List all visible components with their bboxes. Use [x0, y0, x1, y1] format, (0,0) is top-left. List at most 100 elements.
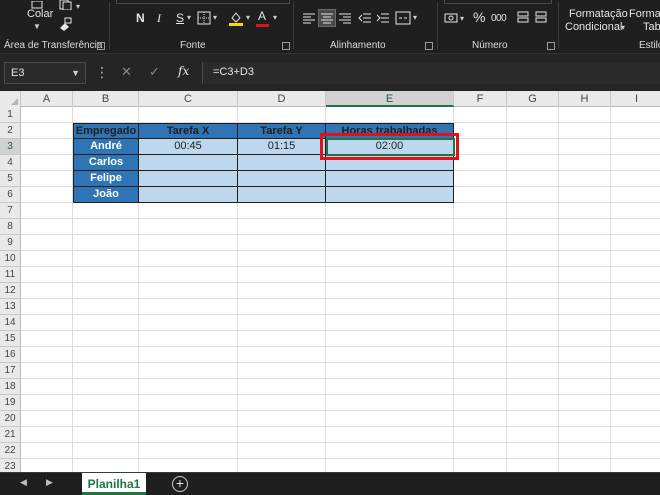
table-data-cell[interactable]: [326, 171, 454, 187]
row-header[interactable]: 18: [0, 379, 21, 395]
row-header[interactable]: 16: [0, 347, 21, 363]
table-row-name-cell[interactable]: André: [73, 139, 139, 155]
conditional-formatting-label-1[interactable]: Formatação: [569, 8, 628, 20]
alignment-launcher-icon[interactable]: [425, 42, 433, 50]
copy-icon[interactable]: [58, 0, 72, 13]
column-header-b[interactable]: B: [73, 91, 139, 107]
column-header-a[interactable]: A: [21, 91, 73, 107]
column-header-c[interactable]: C: [139, 91, 238, 107]
table-data-cell[interactable]: 00:45: [139, 139, 238, 155]
decrease-indent-icon[interactable]: [358, 12, 372, 27]
column-header-g[interactable]: G: [507, 91, 559, 107]
table-header-cell[interactable]: Tarefa Y: [238, 123, 326, 139]
clipboard-launcher-icon[interactable]: [97, 42, 105, 50]
name-box[interactable]: E3 ▼: [4, 62, 86, 84]
font-color-dropdown-icon[interactable]: ▾: [273, 13, 277, 22]
currency-dropdown-icon[interactable]: ▾: [460, 14, 464, 23]
cell-area[interactable]: Empregado Tarefa X Tarefa Y Horas trabal…: [21, 107, 660, 472]
row-header[interactable]: 11: [0, 267, 21, 283]
underline-button[interactable]: S: [176, 11, 184, 25]
table-data-cell[interactable]: [326, 187, 454, 203]
align-center-icon[interactable]: [318, 9, 336, 27]
row-header[interactable]: 10: [0, 251, 21, 267]
table-header-cell[interactable]: Tarefa X: [139, 123, 238, 139]
copy-dropdown-icon[interactable]: ▾: [76, 2, 80, 11]
row-header[interactable]: 20: [0, 411, 21, 427]
table-data-cell[interactable]: [238, 187, 326, 203]
row-header[interactable]: 9: [0, 235, 21, 251]
table-row-name-cell[interactable]: Carlos: [73, 155, 139, 171]
formula-input[interactable]: =C3+D3: [202, 62, 660, 84]
column-header-h[interactable]: H: [559, 91, 611, 107]
row-header[interactable]: 19: [0, 395, 21, 411]
align-right-icon[interactable]: [338, 12, 352, 27]
bold-button[interactable]: N: [136, 11, 145, 25]
row-header[interactable]: 17: [0, 363, 21, 379]
font-size-box[interactable]: [116, 0, 290, 4]
row-header[interactable]: 14: [0, 315, 21, 331]
number-format-box[interactable]: [444, 0, 552, 4]
cancel-icon[interactable]: ✕: [121, 64, 132, 80]
table-data-cell[interactable]: [139, 171, 238, 187]
column-header-f[interactable]: F: [454, 91, 507, 107]
row-header[interactable]: 3: [0, 139, 21, 155]
table-row-name-cell[interactable]: Felipe: [73, 171, 139, 187]
row-header[interactable]: 4: [0, 155, 21, 171]
row-header[interactable]: 2: [0, 123, 21, 139]
select-all-button[interactable]: [0, 91, 21, 107]
borders-icon[interactable]: [197, 11, 211, 28]
paste-button[interactable]: Colar: [27, 8, 53, 20]
align-left-icon[interactable]: [302, 12, 316, 27]
column-header-i[interactable]: I: [611, 91, 660, 107]
row-header[interactable]: 21: [0, 427, 21, 443]
row-header[interactable]: 5: [0, 171, 21, 187]
table-data-cell[interactable]: [139, 187, 238, 203]
column-header-d[interactable]: D: [238, 91, 326, 107]
conditional-formatting-label-2[interactable]: Condicional: [565, 21, 622, 33]
scroll-tabs-left-icon[interactable]: ◀: [20, 477, 27, 488]
row-header[interactable]: 23: [0, 459, 21, 472]
merge-dropdown-icon[interactable]: ▾: [413, 13, 417, 22]
table-data-cell[interactable]: [139, 155, 238, 171]
fill-color-dropdown-icon[interactable]: ▾: [246, 13, 250, 22]
percent-button[interactable]: %: [473, 10, 485, 24]
add-sheet-button[interactable]: +: [172, 476, 188, 492]
row-header[interactable]: 13: [0, 299, 21, 315]
format-table-label-2[interactable]: Tabe: [643, 21, 660, 33]
row-header[interactable]: 8: [0, 219, 21, 235]
format-painter-icon[interactable]: [58, 17, 72, 34]
fill-color-icon[interactable]: [228, 10, 244, 29]
table-data-cell[interactable]: 01:15: [238, 139, 326, 155]
font-launcher-icon[interactable]: [282, 42, 290, 50]
merge-center-icon[interactable]: [395, 10, 411, 29]
sheet-tab-planilha1[interactable]: Planilha1: [82, 473, 146, 495]
borders-dropdown-icon[interactable]: ▾: [213, 13, 217, 22]
underline-dropdown-icon[interactable]: ▾: [187, 13, 191, 22]
more-options-icon[interactable]: ⋮: [95, 64, 109, 80]
table-header-cell[interactable]: Empregado: [73, 123, 139, 139]
row-header[interactable]: 6: [0, 187, 21, 203]
row-header[interactable]: 22: [0, 443, 21, 459]
thousands-button[interactable]: 000: [491, 12, 507, 26]
scroll-tabs-right-icon[interactable]: ▶: [46, 477, 53, 488]
format-table-label-1[interactable]: Formatar: [629, 8, 660, 20]
italic-button[interactable]: I: [157, 11, 161, 25]
row-header[interactable]: 12: [0, 283, 21, 299]
row-header[interactable]: 15: [0, 331, 21, 347]
conditional-formatting-dropdown-icon[interactable]: ▾: [621, 23, 625, 32]
paste-icon[interactable]: [30, 0, 44, 9]
row-header[interactable]: 7: [0, 203, 21, 219]
enter-check-icon[interactable]: ✓: [149, 64, 160, 80]
font-color-button[interactable]: A: [258, 9, 266, 23]
table-data-cell[interactable]: [238, 155, 326, 171]
chevron-down-icon[interactable]: ▼: [33, 22, 41, 31]
increase-indent-icon[interactable]: [376, 12, 390, 27]
increase-decimal-icon[interactable]: [516, 10, 530, 27]
column-header-e[interactable]: E: [326, 91, 454, 107]
insert-function-button[interactable]: fx: [178, 64, 189, 78]
table-data-cell[interactable]: [238, 171, 326, 187]
row-header[interactable]: 1: [0, 107, 21, 123]
currency-icon[interactable]: [444, 12, 458, 27]
number-launcher-icon[interactable]: [547, 42, 555, 50]
table-row-name-cell[interactable]: João: [73, 187, 139, 203]
